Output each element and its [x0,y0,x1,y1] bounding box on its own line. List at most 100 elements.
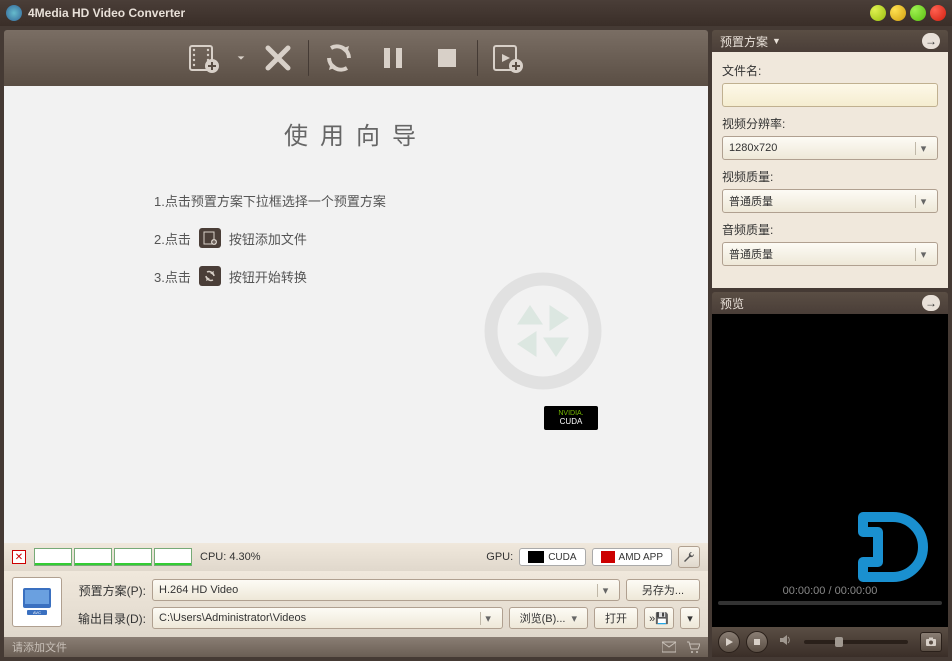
add-profile-button[interactable] [484,36,532,80]
remove-button[interactable] [254,36,302,80]
main-content: 使用向导 1.点击预置方案下拉框选择一个预置方案 2.点击 按钮添加文件 3.点… [4,86,708,543]
aquality-field: 音频质量: 普通质量 ▾ [722,221,938,266]
step2-suffix: 按钮添加文件 [229,229,307,248]
status-bar: ✕ CPU: 4.30% GPU: CUDA AMD APP [4,543,708,571]
cuda-toggle[interactable]: CUDA [519,548,585,566]
nvidia-cuda-badge: NVIDIA. CUDA [544,406,598,430]
footer-hint: 请添加文件 [12,639,67,655]
maximize-button[interactable] [910,5,926,21]
preview-header-label: 预览 [720,295,744,312]
open-button[interactable]: 打开 [594,607,638,629]
stop-button[interactable] [423,36,471,80]
chevron-down-icon: ▼ [772,36,781,46]
convert-button[interactable] [315,36,363,80]
aquality-select[interactable]: 普通质量 ▾ [722,242,938,266]
preset-panel-body: 文件名: 视频分辨率: 1280x720 ▾ 视频质量: 普通质量 [712,52,948,288]
app-title: 4Media HD Video Converter [28,6,870,20]
preview-stop-button[interactable] [746,631,768,653]
close-meter-button[interactable]: ✕ [12,550,26,564]
preview-panel-header: 预览 → [712,292,948,314]
save-as-label: 另存为... [642,582,684,598]
vquality-field: 视频质量: 普通质量 ▾ [722,168,938,213]
main-toolbar [4,30,708,86]
filename-field: 文件名: [722,62,938,107]
watermark-logo [848,507,928,587]
convert-icon [199,266,221,286]
cpu-core-meter [74,548,112,566]
separator [308,40,309,76]
amd-text: AMD APP [619,552,663,563]
chevron-down-icon: ▾ [480,612,496,625]
amd-icon [601,551,615,563]
volume-slider[interactable] [804,640,908,644]
outdir-value: C:\Users\Administrator\Videos [159,612,306,624]
add-file-icon [199,228,221,248]
preset-panel-header[interactable]: 预置方案 ▼ → [712,30,948,52]
expand-right-icon[interactable]: → [922,295,940,311]
pause-button[interactable] [369,36,417,80]
snapshot-button[interactable] [920,632,942,652]
postaction-dropdown[interactable]: ▾ [680,607,700,629]
add-file-button[interactable] [180,36,228,80]
guide-step-2: 2.点击 按钮添加文件 [154,228,558,248]
cart-icon[interactable] [686,641,700,653]
nvidia-icon [528,551,544,563]
chevron-down-icon: ▾ [915,195,931,208]
cpu-meters [34,548,192,566]
browse-label: 浏览(B)... [520,610,566,626]
arrow-disk-icon: »💾 [649,612,669,625]
outdir-label: 输出目录(D): [70,610,146,627]
play-button[interactable] [718,631,740,653]
preview-panel: 预览 → 00:00:00 / 00:00:00 [712,292,948,657]
outdir-dropdown[interactable]: C:\Users\Administrator\Videos ▾ [152,607,503,629]
resolution-field: 视频分辨率: 1280x720 ▾ [722,115,938,160]
chevron-down-icon: ▾ [687,612,693,625]
preview-viewport: 00:00:00 / 00:00:00 [712,314,948,627]
filename-input[interactable] [722,83,938,107]
svg-text:AVC: AVC [33,610,41,615]
chevron-down-icon: ▾ [915,248,931,261]
resolution-label: 视频分辨率: [722,115,938,132]
vquality-select[interactable]: 普通质量 ▾ [722,189,938,213]
help-button[interactable] [870,5,886,21]
resolution-value: 1280x720 [729,142,777,154]
vquality-label: 视频质量: [722,168,938,185]
settings-button[interactable] [678,546,700,568]
preview-progress[interactable] [718,601,942,605]
amd-toggle[interactable]: AMD APP [592,548,672,566]
minimize-button[interactable] [890,5,906,21]
body-area: 使用向导 1.点击预置方案下拉框选择一个预置方案 2.点击 按钮添加文件 3.点… [0,26,952,661]
preset-value: H.264 HD Video [159,584,238,596]
cpu-core-meter [34,548,72,566]
outdir-row: 输出目录(D): C:\Users\Administrator\Videos ▾… [70,607,700,629]
preset-row: 预置方案(P): H.264 HD Video ▾ 另存为... [70,579,700,601]
chevron-down-icon: ▾ [915,142,931,155]
aquality-value: 普通质量 [729,246,773,262]
step3-suffix: 按钮开始转换 [229,267,307,286]
resolution-select[interactable]: 1280x720 ▾ [722,136,938,160]
open-label: 打开 [605,610,627,626]
preset-panel: 预置方案 ▼ → 文件名: 视频分辨率: 1280x720 ▾ [712,30,948,288]
chevron-down-icon: ▾ [571,612,577,625]
add-file-dropdown-icon[interactable] [234,36,248,80]
browse-button[interactable]: 浏览(B)... ▾ [509,607,588,629]
left-column: 使用向导 1.点击预置方案下拉框选择一个预置方案 2.点击 按钮添加文件 3.点… [4,30,708,657]
volume-icon[interactable] [778,633,792,652]
save-as-button[interactable]: 另存为... [626,579,700,601]
gpu-label: GPU: [486,551,513,563]
nvidia-label: NVIDIA. [558,410,583,417]
preset-header-label: 预置方案 [720,33,768,50]
window-buttons [870,5,946,21]
postaction-button[interactable]: »💾 [644,607,674,629]
footer-icons [662,641,700,653]
preset-label: 预置方案(P): [70,582,146,599]
step2-prefix: 2.点击 [154,229,191,248]
preset-dropdown[interactable]: H.264 HD Video ▾ [152,579,620,601]
aquality-label: 音频质量: [722,221,938,238]
expand-right-icon[interactable]: → [922,33,940,49]
close-button[interactable] [930,5,946,21]
mail-icon[interactable] [662,641,676,653]
filename-label: 文件名: [722,62,938,79]
app-window: 4Media HD Video Converter [0,0,952,661]
separator [477,40,478,76]
